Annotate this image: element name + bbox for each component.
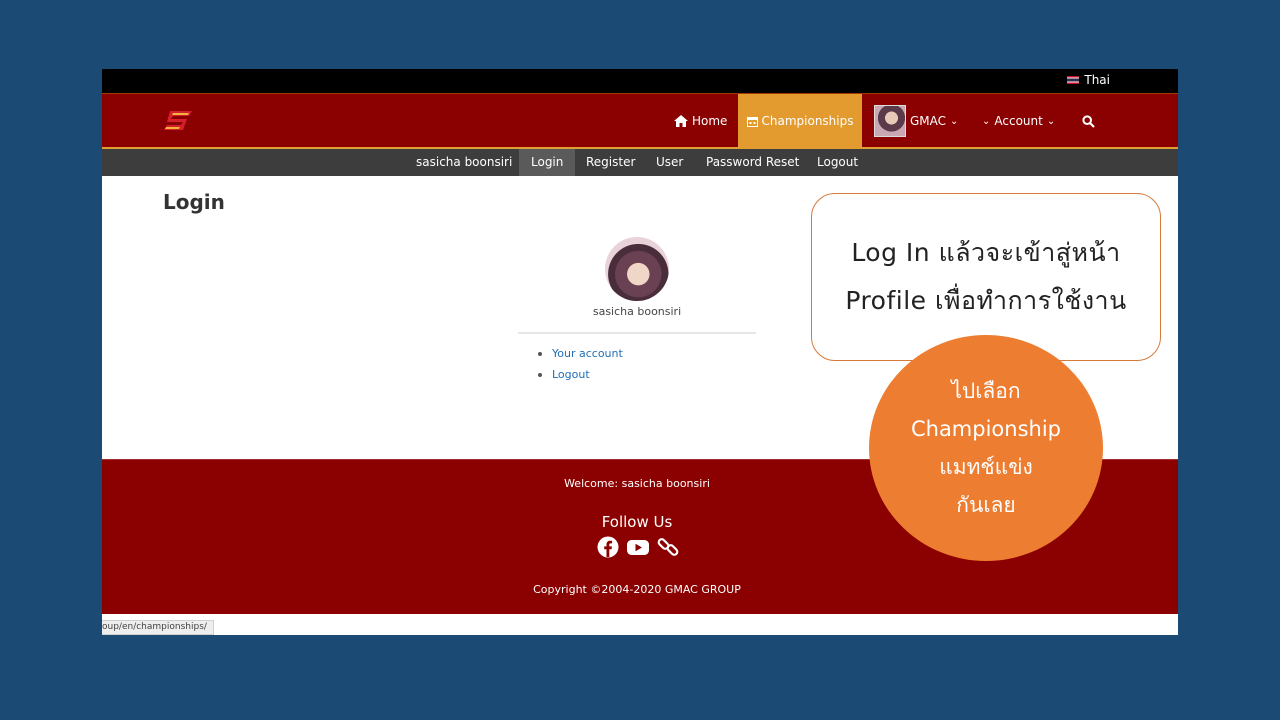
circle-line-1: ไปเลือก — [951, 379, 1021, 403]
social-links — [597, 536, 679, 558]
youtube-icon[interactable] — [626, 536, 650, 558]
callout-line-1: Log In แล้วจะเข้าสู่หน้า — [851, 238, 1121, 267]
chevron-down-icon: ⌄ — [982, 115, 991, 127]
profile-avatar — [605, 237, 669, 301]
chevron-down-icon: ⌄ — [950, 115, 959, 127]
main-navigation: Home Championships GMAC ⌄ ⌄ Account ⌄ — [102, 93, 1178, 149]
profile-links: Your account Logout — [538, 346, 623, 388]
subnav-user[interactable]: User — [656, 149, 683, 176]
profile-name: sasicha boonsiri — [592, 305, 682, 318]
page-title: Login — [163, 190, 225, 214]
circle-line-4: กันเลย — [956, 493, 1016, 517]
site-logo[interactable] — [162, 108, 194, 134]
subnav-register[interactable]: Register — [586, 149, 635, 176]
nav-account-menu[interactable]: ⌄ Account ⌄ — [982, 94, 1055, 148]
home-icon — [674, 115, 688, 127]
nav-home[interactable]: Home — [674, 94, 727, 148]
user-avatar — [874, 105, 906, 137]
circle-line-2: Championship — [910, 417, 1062, 441]
subnav-username[interactable]: sasicha boonsiri — [416, 149, 512, 176]
subnav-password-reset[interactable]: Password Reset — [706, 149, 799, 176]
calendar-icon — [746, 116, 758, 127]
subnav-login[interactable]: Login — [519, 149, 576, 176]
nav-championships[interactable]: Championships — [738, 94, 862, 148]
nav-user-menu[interactable]: GMAC ⌄ — [874, 94, 958, 148]
browser-status-url: oup/en/championships/ — [102, 620, 214, 635]
search-button[interactable] — [1082, 94, 1095, 148]
chevron-down-icon: ⌄ — [1046, 115, 1056, 127]
nav-home-label: Home — [692, 114, 728, 128]
your-account-link[interactable]: Your account — [538, 346, 623, 367]
subnav-logout[interactable]: Logout — [817, 149, 858, 176]
sub-navigation: sasicha boonsiri Login Register User Pas… — [102, 149, 1178, 176]
search-icon — [1082, 114, 1095, 128]
nav-user-label: GMAC — [910, 114, 947, 128]
footer-copyright: Copyright ©2004-2020 GMAC GROUP — [533, 583, 741, 596]
language-switcher[interactable]: Thai — [1067, 73, 1110, 87]
circle-line-3: แมทช์แข่ง — [939, 455, 1033, 479]
profile-divider — [518, 332, 756, 334]
nav-championships-label: Championships — [761, 114, 854, 128]
thai-flag-icon — [1067, 76, 1080, 84]
championship-callout-circle: ไปเลือก Championship แมทช์แข่ง กันเลย — [869, 335, 1103, 561]
facebook-icon[interactable] — [597, 536, 619, 558]
logout-link[interactable]: Logout — [538, 367, 623, 388]
top-bar: Thai — [102, 69, 1178, 93]
nav-account-label: Account — [994, 114, 1043, 128]
language-label: Thai — [1084, 73, 1110, 87]
callout-line-2: Profile เพื่อทำการใช้งาน — [845, 286, 1127, 315]
link-icon[interactable] — [657, 536, 679, 558]
